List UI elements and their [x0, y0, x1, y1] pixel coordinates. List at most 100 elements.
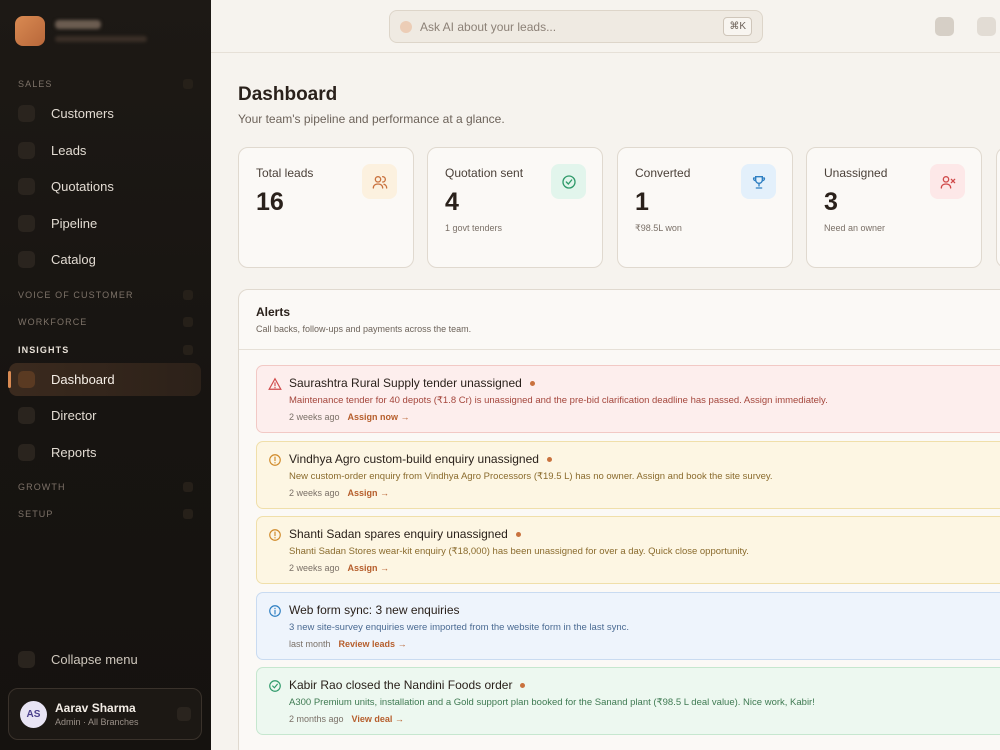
trophy-icon — [741, 164, 776, 199]
alerts-title: Alerts — [256, 305, 291, 319]
ai-search-bar[interactable]: ⌘K — [389, 10, 763, 43]
stat-label: Converted — [635, 166, 691, 180]
leads-icon — [18, 142, 35, 159]
assign-now-link[interactable]: Assign now → — [348, 412, 410, 422]
stat-card-quotation-sent[interactable]: Quotation sent 4 1 govt tenders — [427, 147, 603, 268]
user-card[interactable]: AS Aarav Sharma Admin · All Branches — [8, 688, 202, 740]
warning-triangle-icon — [268, 377, 282, 390]
alert-time: 2 weeks ago — [289, 563, 340, 573]
alert-item[interactable]: Shanti Sadan spares enquiry unassigned S… — [256, 516, 1000, 584]
brand-name-redacted — [55, 20, 101, 29]
alert-title: Saurashtra Rural Supply tender unassigne… — [289, 376, 522, 390]
assign-link[interactable]: Assign → — [348, 563, 390, 573]
sidebar-item-leads[interactable]: Leads — [9, 134, 201, 167]
assign-link[interactable]: Assign → — [348, 488, 390, 498]
ai-search-input[interactable] — [420, 19, 710, 34]
alerts-subtitle: Call backs, follow-ups and payments acro… — [256, 324, 472, 334]
director-icon — [18, 407, 35, 424]
alert-message: Shanti Sadan Stores wear-kit enquiry (₹1… — [289, 546, 749, 557]
alert-item[interactable]: Kabir Rao closed the Nandini Foods order… — [256, 667, 1000, 735]
sidebar-item-director[interactable]: Director — [9, 399, 201, 432]
section-setup[interactable]: SETUP — [18, 509, 193, 519]
alerts-panel: Alerts Call backs, follow-ups and paymen… — [238, 289, 1000, 750]
info-icon — [269, 605, 281, 617]
alert-item[interactable]: Saurashtra Rural Supply tender unassigne… — [256, 365, 1000, 433]
catalog-icon — [18, 251, 35, 268]
stat-label: Total leads — [256, 166, 314, 180]
sidebar-item-quotations[interactable]: Quotations — [9, 170, 201, 203]
stat-card-partial[interactable] — [996, 147, 1000, 268]
stat-sub: ₹98.5L won — [635, 223, 682, 233]
stat-value: 1 — [635, 188, 649, 216]
user-name: Aarav Sharma — [55, 701, 136, 715]
sparkle-icon — [400, 20, 412, 33]
unread-dot — [515, 531, 521, 537]
collapse-icon — [18, 650, 35, 668]
alert-title: Web form sync: 3 new enquiries — [289, 603, 460, 617]
stat-label: Quotation sent — [445, 166, 524, 180]
alert-circle-icon — [269, 529, 281, 541]
users-icon — [362, 164, 397, 199]
stat-card-total-leads[interactable]: Total leads 16 — [238, 147, 414, 268]
sidebar-item-dashboard[interactable]: Dashboard — [8, 363, 201, 396]
check-circle-icon — [269, 680, 281, 692]
check-circle-icon — [551, 164, 586, 199]
sidebar: SALES Customers Leads Quotations Pipelin… — [0, 0, 211, 750]
alert-message: Maintenance tender for 40 depots (₹1.8 C… — [289, 395, 828, 406]
section-voice-of-customer[interactable]: VOICE OF CUSTOMER — [18, 290, 193, 300]
chevron-icon — [183, 79, 193, 89]
brand-logo — [15, 16, 45, 46]
reports-icon — [18, 444, 35, 461]
alert-message: A300 Premium units, installation and a G… — [289, 697, 815, 708]
review-leads-link[interactable]: Review leads → — [339, 639, 407, 649]
stat-value: 3 — [824, 188, 838, 216]
brand-subtitle-redacted — [55, 36, 147, 42]
brand[interactable] — [15, 16, 147, 46]
avatar: AS — [20, 700, 47, 728]
sidebar-item-catalog[interactable]: Catalog — [9, 243, 201, 276]
section-workforce[interactable]: WORKFORCE — [18, 317, 193, 327]
notifications-icon[interactable] — [935, 17, 954, 36]
stat-value: 16 — [256, 188, 284, 216]
alert-message: 3 new site-survey enquiries were importe… — [289, 622, 630, 633]
stat-sub: Need an owner — [824, 223, 886, 233]
sidebar-item-pipeline[interactable]: Pipeline — [9, 207, 201, 240]
user-menu-icon[interactable] — [177, 707, 191, 721]
stat-label: Unassigned — [824, 166, 888, 180]
section-insights[interactable]: INSIGHTS — [18, 345, 193, 355]
alert-item[interactable]: Vindhya Agro custom-build enquiry unassi… — [256, 441, 1000, 509]
customers-icon — [18, 105, 35, 122]
quotations-icon — [18, 178, 35, 195]
dashboard-icon — [18, 371, 35, 388]
alert-circle-icon — [269, 454, 281, 466]
alert-title: Vindhya Agro custom-build enquiry unassi… — [289, 452, 539, 466]
view-deal-link[interactable]: View deal → — [352, 714, 404, 724]
alert-message: New custom-order enquiry from Vindhya Ag… — [289, 471, 773, 482]
alert-title: Shanti Sadan spares enquiry unassigned — [289, 527, 508, 541]
alert-time: 2 weeks ago — [289, 488, 340, 498]
alert-item[interactable]: Web form sync: 3 new enquiries 3 new sit… — [256, 592, 1000, 660]
section-growth[interactable]: GROWTH — [18, 482, 193, 492]
unread-dot — [520, 682, 526, 688]
settings-icon[interactable] — [977, 17, 996, 36]
user-x-icon — [930, 164, 965, 199]
unread-dot — [546, 456, 552, 462]
section-sales[interactable]: SALES — [18, 79, 193, 89]
stat-value: 4 — [445, 188, 459, 216]
sidebar-item-customers[interactable]: Customers — [9, 97, 201, 130]
stat-card-unassigned[interactable]: Unassigned 3 Need an owner — [806, 147, 982, 268]
alert-time: 2 weeks ago — [289, 412, 340, 422]
collapse-menu-button[interactable]: Collapse menu — [9, 643, 201, 675]
pipeline-icon — [18, 215, 35, 232]
chevron-icon — [183, 290, 193, 300]
stat-card-converted[interactable]: Converted 1 ₹98.5L won — [617, 147, 793, 268]
sidebar-item-reports[interactable]: Reports — [9, 436, 201, 469]
chevron-icon — [183, 509, 193, 519]
stat-sub: 1 govt tenders — [445, 223, 503, 233]
topbar: ⌘K — [211, 0, 1000, 53]
unread-dot — [529, 380, 535, 386]
alert-time: 2 months ago — [289, 714, 344, 724]
page-title: Dashboard — [238, 84, 338, 105]
user-role: Admin · All Branches — [55, 717, 139, 727]
chevron-icon — [183, 345, 193, 355]
